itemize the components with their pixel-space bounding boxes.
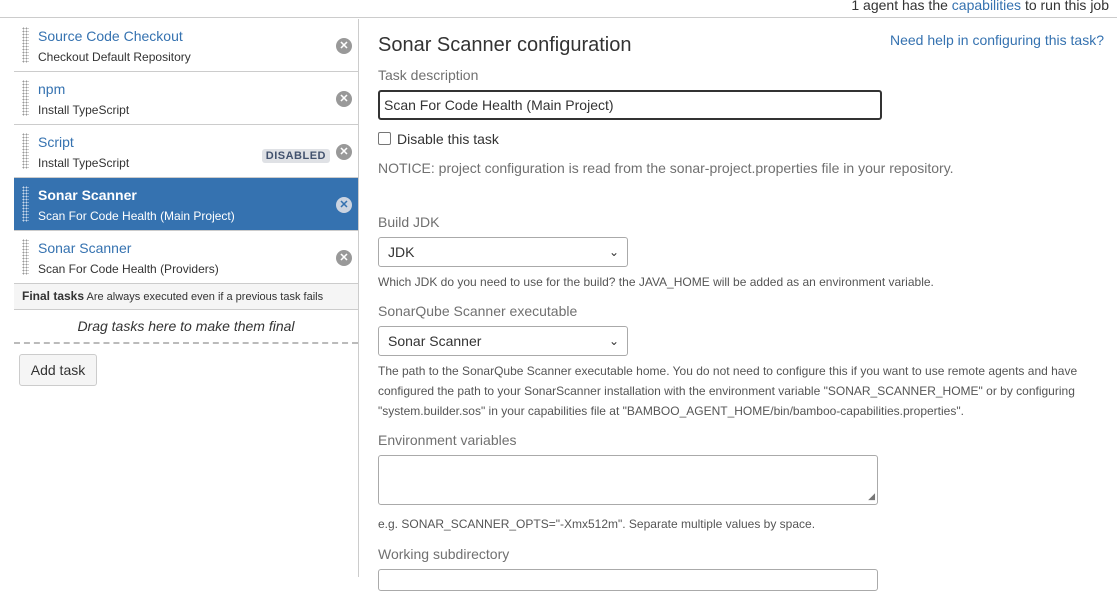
final-tasks-header: Final tasks Are always executed even if … [14, 284, 358, 310]
scanner-hint-line-1: The path to the SonarQube Scanner execut… [378, 364, 1078, 378]
task-description: Install TypeScript [38, 156, 130, 170]
task-description-label: Task description [378, 67, 479, 83]
final-tasks-title: Final tasks [22, 289, 85, 303]
drag-handle-icon[interactable] [22, 80, 29, 116]
task-description: Scan For Code Health (Main Project) [38, 209, 235, 223]
task-name: Sonar Scanner [38, 187, 137, 203]
scanner-executable-select[interactable]: Sonar Scanner ⌄ [378, 326, 628, 356]
disable-task-label: Disable this task [397, 131, 499, 147]
agent-text-suffix: to run this job [1021, 0, 1109, 13]
task-name: Script [38, 134, 74, 150]
task-item-sonar-scanner-providers[interactable]: Sonar Scanner Scan For Code Health (Prov… [14, 231, 358, 284]
final-tasks-note: Are always executed even if a previous t… [86, 291, 324, 303]
task-description: Scan For Code Health (Providers) [38, 262, 219, 276]
task-name: Source Code Checkout [38, 28, 183, 44]
build-jdk-hint: Which JDK do you need to use for the bui… [378, 275, 934, 289]
add-task-button[interactable]: Add task [19, 354, 97, 386]
remove-task-icon[interactable]: ✕ [336, 250, 352, 266]
task-name: Sonar Scanner [38, 240, 132, 256]
drag-handle-icon[interactable] [22, 186, 29, 222]
scanner-hint-line-2: configured the path to your SonarScanner… [378, 384, 1075, 398]
task-item-sonar-scanner-main[interactable]: Sonar Scanner Scan For Code Health (Main… [14, 178, 358, 231]
agent-text-prefix: 1 agent has the [851, 0, 952, 13]
help-link[interactable]: Need help in configuring this task? [890, 32, 1104, 48]
environment-variables-label: Environment variables [378, 432, 517, 448]
config-notice: NOTICE: project configuration is read fr… [378, 160, 954, 176]
scanner-hint-line-3: "system.builder.sos" in your capabilitie… [378, 404, 964, 418]
task-name: npm [38, 81, 66, 97]
chevron-down-icon: ⌄ [608, 334, 619, 348]
chevron-down-icon: ⌄ [608, 245, 619, 259]
build-jdk-label: Build JDK [378, 214, 440, 230]
disable-task-row: Disable this task [378, 131, 499, 147]
task-item-npm[interactable]: npm Install TypeScript ✕ [14, 72, 358, 125]
remove-task-icon[interactable]: ✕ [336, 91, 352, 107]
remove-task-icon[interactable]: ✕ [336, 38, 352, 54]
final-tasks-drop-zone[interactable]: Drag tasks here to make them final [14, 310, 358, 344]
panel-divider [358, 19, 359, 577]
remove-task-icon[interactable]: ✕ [336, 197, 352, 213]
task-item-script[interactable]: Script Install TypeScript DISABLED ✕ [14, 125, 358, 178]
remove-task-icon[interactable]: ✕ [336, 144, 352, 160]
scanner-executable-label: SonarQube Scanner executable [378, 303, 578, 319]
task-description: Checkout Default Repository [38, 50, 191, 64]
page-title: Sonar Scanner configuration [378, 34, 632, 56]
disabled-badge: DISABLED [261, 149, 330, 163]
task-description-input[interactable]: Scan For Code Health (Main Project) [378, 90, 882, 120]
build-jdk-value: JDK [388, 244, 415, 260]
build-jdk-select[interactable]: JDK ⌄ [378, 237, 628, 267]
agent-capabilities-bar: 1 agent has the capabilities to run this… [0, 0, 1117, 18]
environment-variables-textarea[interactable]: ◢ [378, 455, 878, 505]
disable-task-checkbox[interactable] [378, 132, 391, 145]
working-subdirectory-label: Working subdirectory [378, 546, 510, 562]
environment-variables-hint: e.g. SONAR_SCANNER_OPTS="-Xmx512m". Sepa… [378, 517, 816, 531]
working-subdirectory-input[interactable] [378, 569, 878, 591]
resize-handle-icon[interactable]: ◢ [868, 491, 875, 502]
agent-capabilities-text: 1 agent has the capabilities to run this… [851, 0, 1109, 13]
drag-handle-icon[interactable] [22, 133, 29, 169]
capabilities-link[interactable]: capabilities [952, 0, 1021, 13]
task-description: Install TypeScript [38, 103, 130, 117]
task-list-panel: Source Code Checkout Checkout Default Re… [14, 19, 358, 386]
drag-handle-icon[interactable] [22, 27, 29, 63]
scanner-executable-value: Sonar Scanner [388, 333, 482, 349]
drag-handle-icon[interactable] [22, 239, 29, 275]
task-item-source-code-checkout[interactable]: Source Code Checkout Checkout Default Re… [14, 19, 358, 72]
